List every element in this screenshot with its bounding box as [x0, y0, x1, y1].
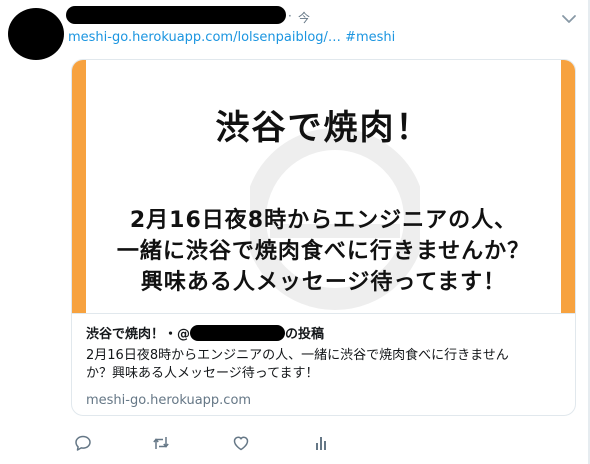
card-info: 渋谷で焼肉！・@ の投稿 2月16日夜8時からエンジニアの人、一緒に渋谷で焼肉食べ… — [86, 323, 566, 408]
retweet-icon[interactable] — [152, 434, 170, 452]
card-image-body: 2月16日夜8時からエンジニアの人、 一緒に渋谷で焼肉食べに行きませんか？ 興味… — [72, 205, 575, 298]
card-image-line-2: 一緒に渋谷で焼肉食べに行きませんか？ — [116, 239, 531, 264]
card-image-line-3: 興味ある人メッセージ待ってます！ — [140, 270, 507, 295]
card-image-title: 渋谷で焼肉！ — [215, 108, 432, 148]
tweet-timestamp[interactable]: 今 — [298, 9, 310, 26]
card-description-line-2: か？興味ある人メッセージ待ってます！ — [86, 366, 319, 381]
time-separator: · — [288, 9, 292, 23]
hashtag-link[interactable]: #meshi — [345, 30, 395, 45]
card-domain: meshi-go.herokuapp.com — [86, 393, 252, 408]
link-card[interactable]: 渋谷で焼肉！ 2月16日夜8時からエンジニアの人、 一緒に渋谷で焼肉食べに行きま… — [71, 59, 576, 416]
card-description: 2月16日夜8時からエンジニアの人、一緒に渋谷で焼肉食べに行きません か？興味あ… — [86, 347, 566, 383]
card-description-line-1: 2月16日夜8時からエンジニアの人、一緒に渋谷で焼肉食べに行きません — [86, 348, 509, 363]
tweet-link[interactable]: meshi-go.herokuapp.com/lolsenpaiblog/… — [68, 30, 341, 45]
tweet-text: meshi-go.herokuapp.com/lolsenpaiblog/… #… — [68, 30, 395, 45]
card-title-username-redacted — [190, 325, 286, 341]
card-title-suffix: の投稿 — [285, 327, 325, 342]
card-title: 渋谷で焼肉！・@ の投稿 — [86, 323, 566, 342]
author-name-redacted[interactable] — [66, 6, 286, 24]
chevron-down-icon[interactable] — [558, 8, 580, 30]
card-image-line-1: 2月16日夜8時からエンジニアの人、 — [129, 208, 518, 233]
like-icon[interactable] — [232, 434, 250, 452]
analytics-icon[interactable] — [312, 434, 330, 452]
card-divider — [72, 313, 575, 314]
card-title-prefix: 渋谷で焼肉！・@ — [86, 327, 191, 342]
tweet-actions — [74, 434, 374, 454]
card-image: 渋谷で焼肉！ 2月16日夜8時からエンジニアの人、 一緒に渋谷で焼肉食べに行きま… — [72, 60, 575, 313]
avatar[interactable] — [8, 8, 64, 60]
reply-icon[interactable] — [74, 434, 92, 452]
